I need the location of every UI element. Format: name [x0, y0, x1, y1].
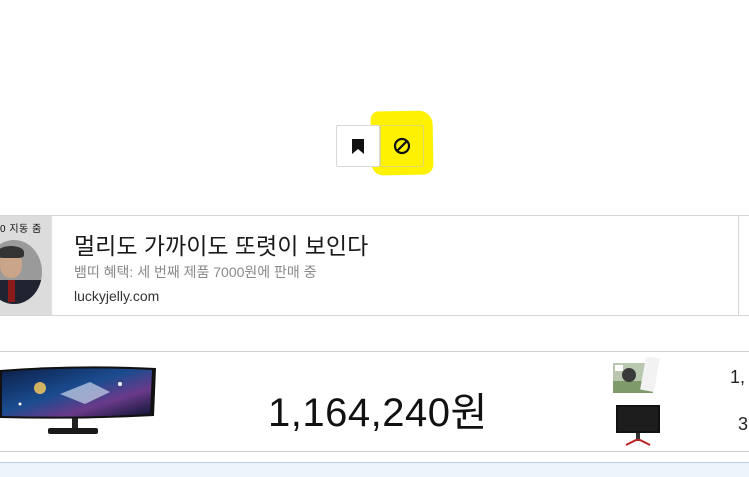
ad-card[interactable]: 0 지동 줌 멀리도 가까이도 또렷이 보인다 뱀띠 혜택: 세 번째 제품 7…	[0, 215, 749, 316]
bookmark-icon	[351, 138, 365, 155]
product-thumbnail-2[interactable]	[614, 403, 662, 447]
divider	[738, 216, 739, 315]
monitor-image[interactable]	[0, 364, 156, 438]
side-price-2: 3	[738, 414, 749, 434]
block-icon	[393, 137, 411, 155]
ad-title[interactable]: 멀리도 가까이도 또렷이 보인다	[74, 227, 368, 261]
ad-thumbnail-label: 0 지동 줌	[0, 224, 42, 235]
product-price: 1,164,240원	[268, 391, 488, 435]
ad-domain[interactable]: luckyjelly.com	[74, 288, 159, 304]
product-card[interactable]: 1,164,240원 1, 3	[0, 351, 749, 452]
bottom-panel	[0, 462, 749, 477]
action-toolbar	[336, 125, 424, 167]
ad-description: 뱀띠 혜택: 세 번째 제품 7000원에 판매 중	[74, 264, 317, 280]
bookmark-button[interactable]	[336, 125, 380, 167]
product-thumbnail-1[interactable]	[613, 356, 661, 395]
ad-thumbnail[interactable]: 0 지동 줌	[0, 216, 52, 315]
block-button[interactable]	[380, 125, 424, 167]
side-price-1: 1,	[730, 367, 746, 387]
ad-person-photo	[0, 240, 42, 304]
